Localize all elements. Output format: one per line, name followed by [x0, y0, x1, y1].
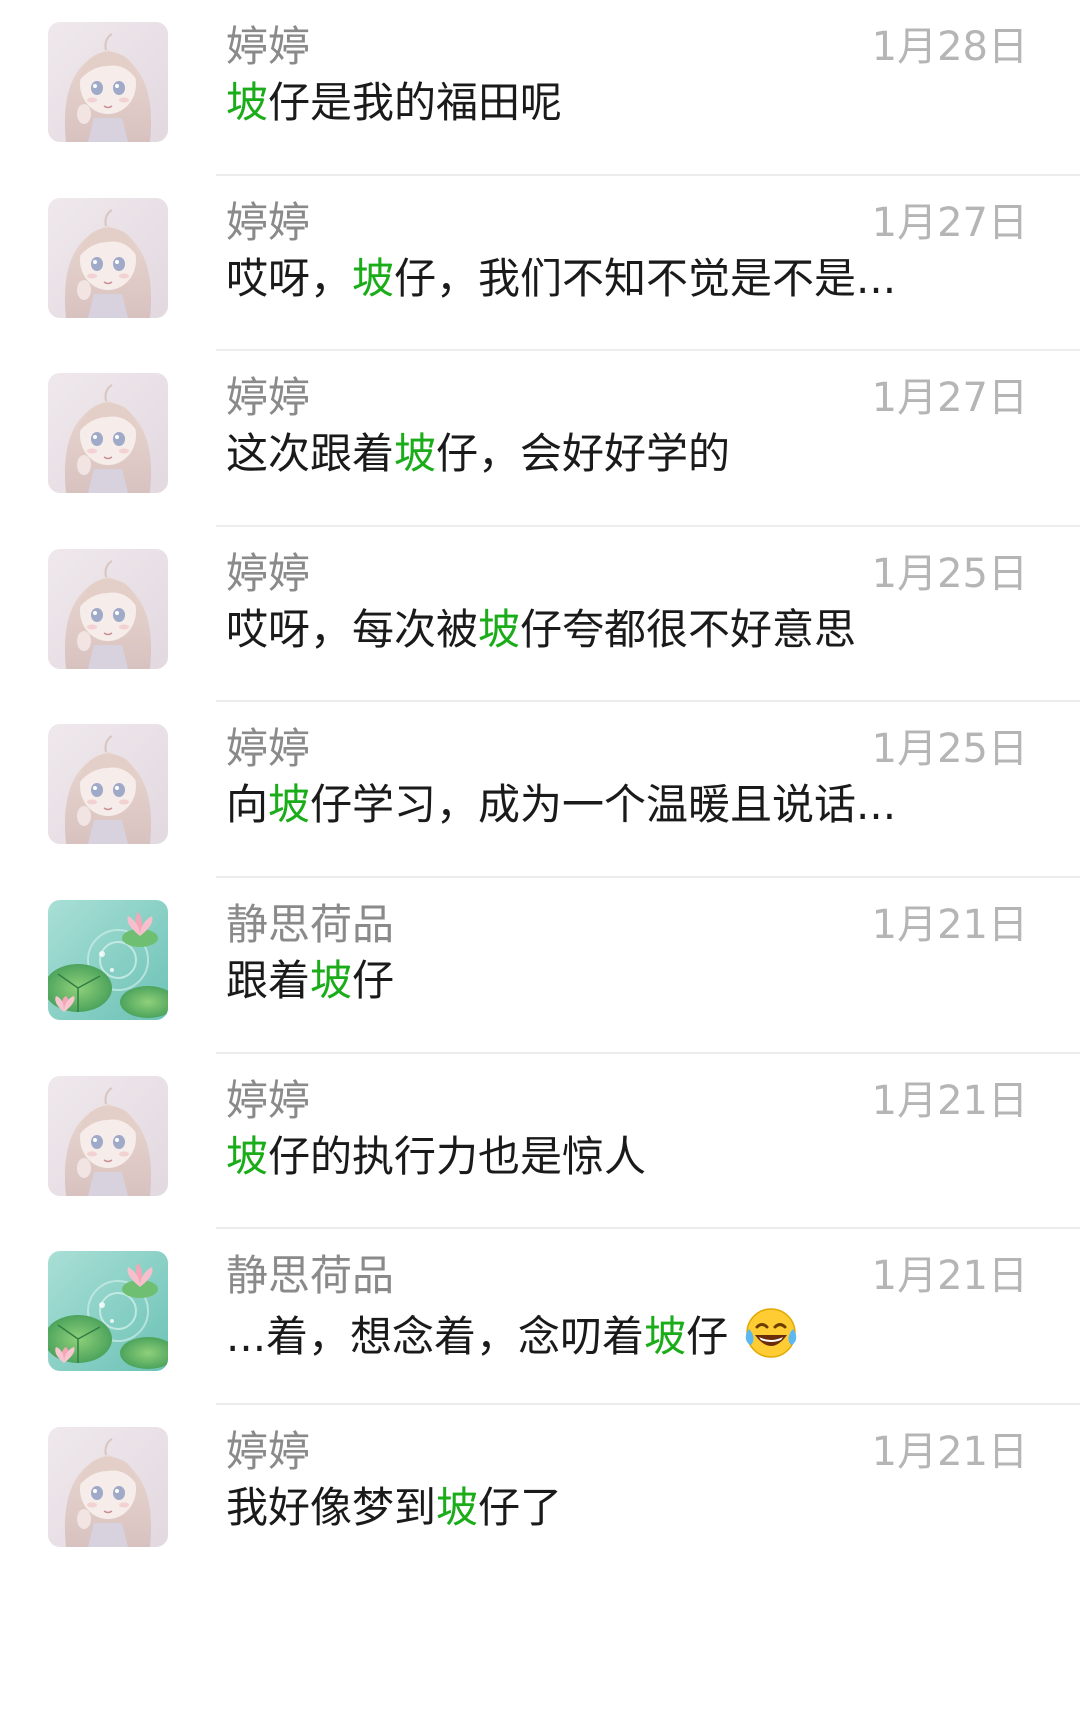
message-text-before: 哎呀，: [226, 253, 353, 303]
message-text-before: 哎呀，每次被: [226, 604, 479, 654]
sender-name: 婷婷: [226, 197, 311, 247]
message-date: 1月25日: [871, 550, 1028, 597]
message-text-before: 跟着: [226, 956, 311, 1005]
message-date: 1月21日: [871, 1428, 1028, 1475]
sender-name: 婷婷: [226, 724, 311, 774]
message-row[interactable]: 婷婷 1月27日 这次跟着坡仔，会好好学的: [0, 351, 1080, 527]
message-date: 1月21日: [871, 902, 1028, 948]
girl-avatar-icon: [48, 724, 168, 845]
girl-avatar[interactable]: [48, 1075, 168, 1196]
lotus-avatar-icon: [48, 1251, 168, 1372]
message-row[interactable]: 静思荷品 1月21日 ...着，想念着，念叨着坡仔: [0, 1229, 1080, 1405]
laughing-tears-emoji: [746, 1308, 797, 1358]
girl-avatar[interactable]: [48, 22, 168, 142]
message-date: 1月25日: [871, 726, 1028, 773]
girl-avatar-icon: [48, 1426, 168, 1547]
message-preview: 向坡仔学习，成为一个温暖且说话...: [226, 778, 966, 832]
highlighted-keyword: 坡: [226, 1131, 269, 1181]
sender-name: 婷婷: [226, 22, 311, 71]
highlighted-keyword: 坡: [352, 253, 395, 303]
message-text-before: 向: [226, 780, 269, 830]
girl-avatar[interactable]: [48, 548, 168, 669]
message-row[interactable]: 婷婷 1月21日 我好像梦到坡仔了: [0, 1405, 1080, 1581]
sender-name: 静思荷品: [226, 900, 395, 949]
highlighted-keyword: 坡: [268, 780, 311, 830]
message-text-after: 仔: [352, 956, 395, 1005]
lotus-avatar[interactable]: [48, 1251, 168, 1372]
sender-name: 婷婷: [226, 1426, 311, 1476]
sender-name: 婷婷: [226, 548, 311, 598]
message-preview: 跟着坡仔: [226, 954, 966, 1008]
highlighted-keyword: 坡: [436, 1482, 479, 1532]
girl-avatar-icon: [48, 373, 168, 494]
girl-avatar[interactable]: [48, 197, 168, 318]
highlighted-keyword: 坡: [226, 78, 269, 127]
message-date: 1月27日: [871, 199, 1028, 246]
message-text-after: 仔，会好好学的: [436, 429, 731, 479]
message-text-after: 仔了: [478, 1482, 563, 1532]
message-date: 1月21日: [871, 1077, 1028, 1124]
message-row[interactable]: 静思荷品 1月21日 跟着坡仔: [0, 878, 1080, 1054]
message-text-after: 仔: [686, 1312, 729, 1362]
girl-avatar-icon: [48, 1075, 168, 1196]
girl-avatar-icon: [48, 548, 168, 669]
message-preview: 哎呀，每次被坡仔夸都很不好意思: [226, 603, 966, 657]
message-row[interactable]: 婷婷 1月25日 哎呀，每次被坡仔夸都很不好意思: [0, 527, 1080, 703]
message-preview: 坡仔是我的福田呢: [226, 76, 966, 130]
message-text-before: ...着，想念着，念叨着: [226, 1312, 645, 1362]
message-text-after: 仔是我的福田呢: [268, 78, 563, 127]
message-row[interactable]: 婷婷 1月21日 坡仔的执行力也是惊人: [0, 1054, 1080, 1230]
message-row[interactable]: 婷婷 1月25日 向坡仔学习，成为一个温暖且说话...: [0, 702, 1080, 878]
message-preview: 我好像梦到坡仔了: [226, 1481, 966, 1535]
message-row[interactable]: 婷婷 1月28日 坡仔是我的福田呢: [0, 0, 1080, 176]
message-text-after: 仔的执行力也是惊人: [268, 1131, 647, 1181]
highlighted-keyword: 坡: [644, 1312, 687, 1362]
message-text-after: 仔夸都很不好意思: [520, 604, 857, 654]
highlighted-keyword: 坡: [478, 604, 521, 654]
message-text-after: 仔学习，成为一个温暖且说话...: [310, 780, 897, 830]
message-date: 1月27日: [871, 375, 1028, 422]
message-text-before: 这次跟着: [226, 429, 395, 479]
sender-name: 婷婷: [226, 373, 311, 423]
girl-avatar[interactable]: [48, 373, 168, 494]
message-date: 1月21日: [871, 1253, 1028, 1300]
message-preview: 这次跟着坡仔，会好好学的: [226, 427, 966, 481]
message-preview: 坡仔的执行力也是惊人: [226, 1130, 966, 1184]
message-text-before: 我好像梦到: [226, 1482, 437, 1532]
sender-name: 婷婷: [226, 1075, 311, 1125]
message-row[interactable]: 婷婷 1月27日 哎呀，坡仔，我们不知不觉是不是...: [0, 176, 1080, 352]
highlighted-keyword: 坡: [394, 429, 437, 479]
lotus-avatar-icon: [48, 900, 168, 1020]
highlighted-keyword: 坡: [310, 956, 353, 1005]
girl-avatar[interactable]: [48, 724, 168, 845]
girl-avatar-icon: [48, 22, 168, 142]
lotus-avatar[interactable]: [48, 900, 168, 1020]
sender-name: 静思荷品: [226, 1251, 395, 1301]
girl-avatar[interactable]: [48, 1426, 168, 1547]
message-text-after: 仔，我们不知不觉是不是...: [394, 253, 897, 303]
message-preview: ...着，想念着，念叨着坡仔: [226, 1305, 966, 1364]
message-preview: 哎呀，坡仔，我们不知不觉是不是...: [226, 252, 966, 306]
girl-avatar-icon: [48, 197, 168, 318]
message-date: 1月28日: [871, 24, 1028, 70]
